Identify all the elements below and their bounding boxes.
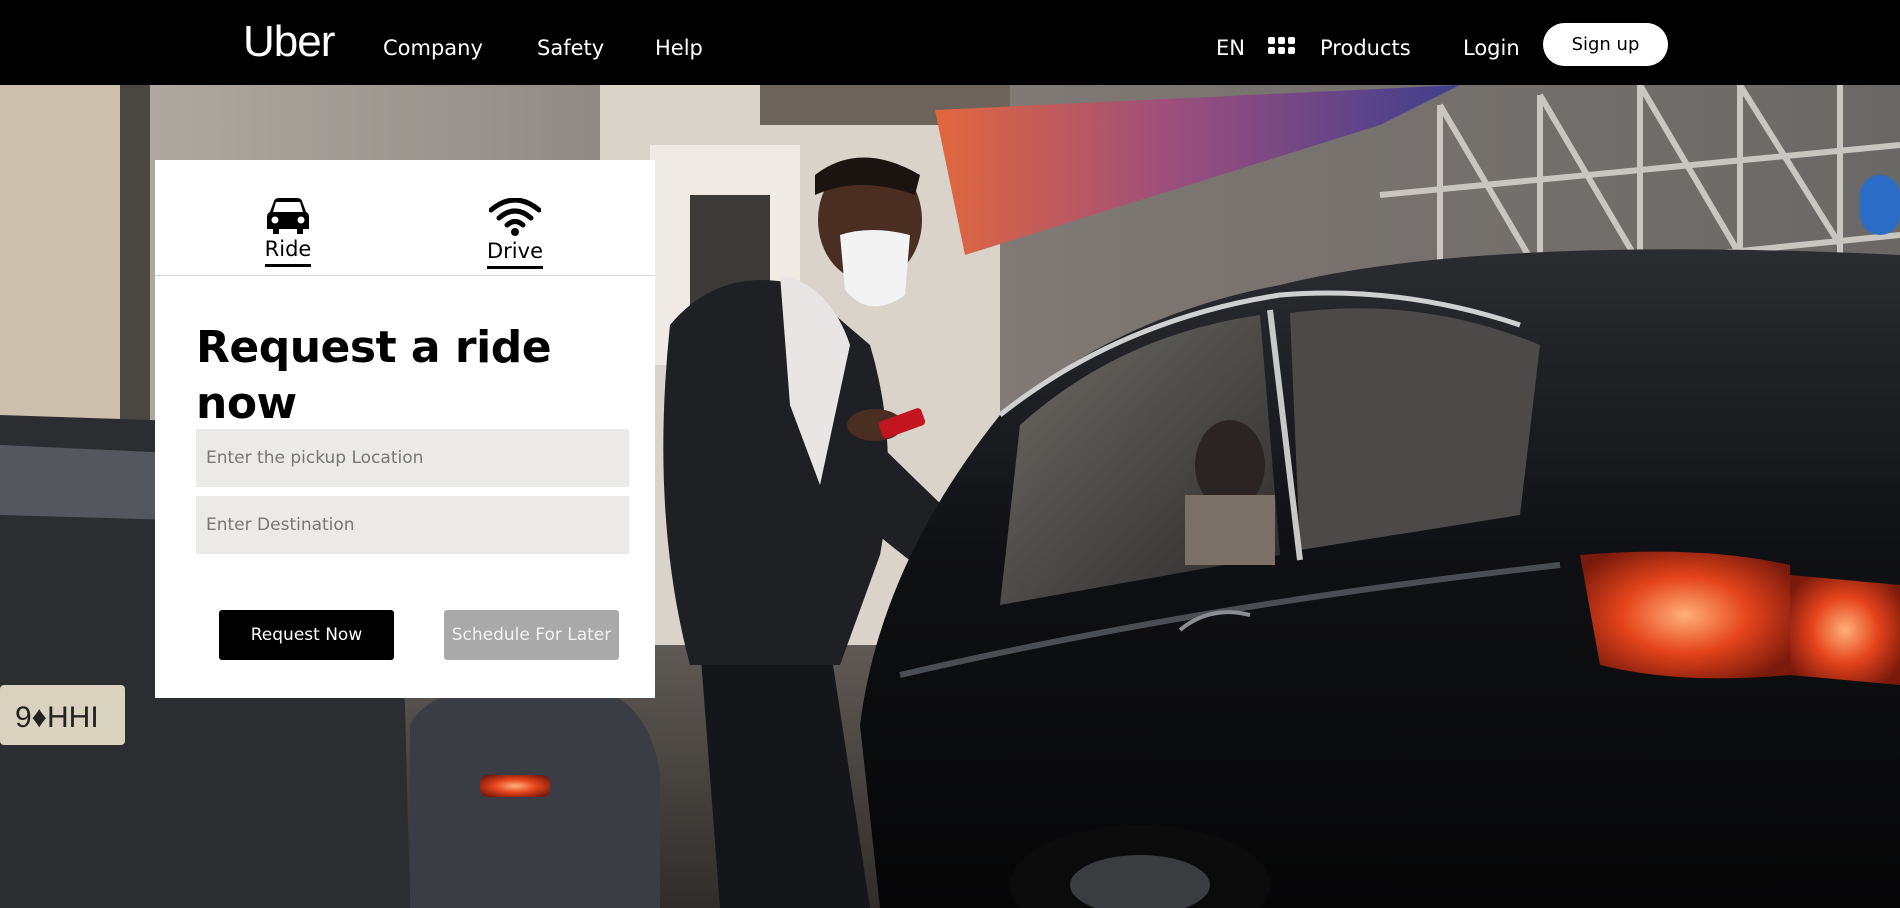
nav-link-help[interactable]: Help bbox=[655, 35, 703, 61]
tab-drive-label: Drive bbox=[487, 239, 543, 269]
nav-link-company[interactable]: Company bbox=[383, 35, 483, 61]
pickup-location-input[interactable] bbox=[196, 429, 629, 487]
page-title: Request a ride now bbox=[196, 322, 552, 429]
ride-request-card: Ride Drive Request a ride now Request No… bbox=[155, 160, 655, 698]
nav-link-safety[interactable]: Safety bbox=[537, 35, 604, 61]
tab-ride-label: Ride bbox=[264, 237, 312, 267]
wifi-icon bbox=[489, 198, 541, 236]
top-navigation: Uber Company Safety Help EN Products Log… bbox=[0, 0, 1900, 85]
apps-grid-icon[interactable] bbox=[1268, 37, 1295, 57]
svg-text:9♦HHI: 9♦HHI bbox=[15, 701, 99, 734]
car-icon bbox=[267, 198, 309, 234]
uber-logo[interactable]: Uber bbox=[243, 17, 335, 67]
request-now-button[interactable]: Request Now bbox=[219, 610, 394, 660]
tab-drive[interactable]: Drive bbox=[487, 198, 543, 269]
language-selector[interactable]: EN bbox=[1216, 35, 1245, 61]
tab-ride[interactable]: Ride bbox=[263, 198, 313, 267]
login-link[interactable]: Login bbox=[1463, 35, 1520, 61]
signup-button[interactable]: Sign up bbox=[1543, 23, 1668, 66]
nav-link-products[interactable]: Products bbox=[1320, 35, 1411, 61]
destination-input[interactable] bbox=[196, 496, 629, 554]
schedule-for-later-button[interactable]: Schedule For Later bbox=[444, 610, 619, 660]
mode-tabs: Ride Drive bbox=[155, 160, 655, 276]
